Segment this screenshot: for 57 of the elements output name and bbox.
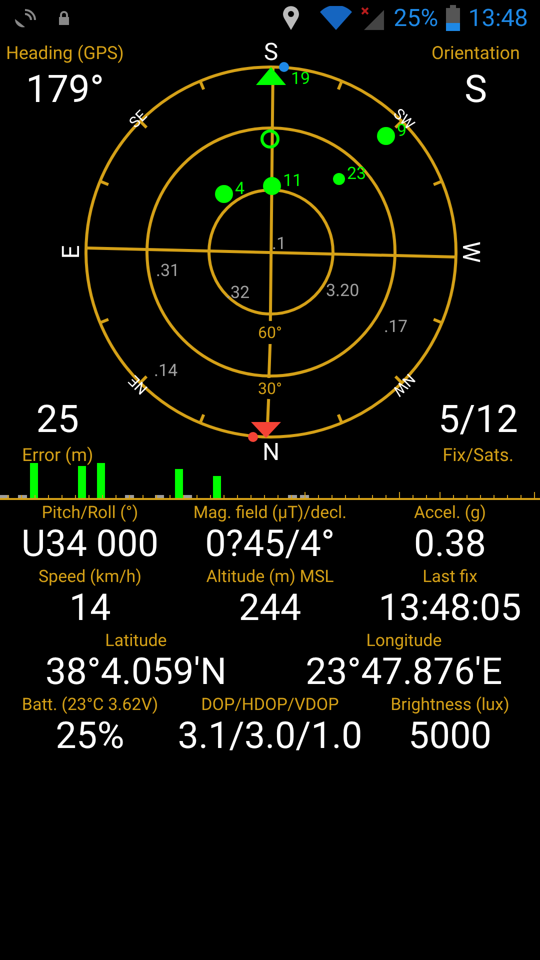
direction-label: E — [57, 245, 85, 259]
orientation-label: Orientation — [432, 42, 520, 66]
reading-value: 38°4.059'N — [45, 652, 227, 694]
reading-label: Speed (km/h) — [38, 566, 142, 588]
reading-label: Longitude — [366, 630, 442, 652]
fix-value: 5/12 — [438, 398, 518, 442]
satellite-label: 4 — [235, 179, 245, 199]
direction-label: SE — [126, 106, 151, 132]
direction-label: NW — [389, 370, 419, 400]
error-label: Error (m) — [22, 444, 94, 468]
reading-value: 25% — [56, 716, 124, 758]
battery-icon — [446, 5, 460, 31]
reading-value: 13:48:05 — [378, 588, 522, 630]
direction-label: NE — [124, 372, 152, 398]
elevation-label: 30° — [258, 379, 282, 398]
reading-value: 5000 — [408, 716, 492, 758]
heading-value: 179° — [26, 67, 104, 113]
reading-label: Accel. (g) — [414, 502, 486, 524]
wifi-icon — [320, 6, 352, 30]
reading-label: Latitude — [105, 630, 167, 652]
reading-value: 0?45/4° — [205, 524, 335, 566]
satellite-label: 3.20 — [326, 281, 360, 301]
reading-label: Mag. field (µT)/decl. — [193, 502, 347, 524]
reading-label: Batt. (23°C 3.62V) — [22, 694, 158, 716]
location-pin-icon — [282, 6, 300, 30]
reading-value: 23°47.876'E — [306, 652, 502, 694]
no-signal-icon — [360, 6, 386, 30]
reading-label: Pitch/Roll (°) — [42, 502, 138, 524]
orientation-value: S — [464, 67, 488, 113]
fix-label: Fix/Sats. — [442, 444, 514, 468]
satellite-label: .31 — [156, 261, 180, 281]
direction-label: S — [264, 38, 278, 66]
direction-label: N — [262, 438, 280, 466]
reading-label: Last fix — [422, 566, 478, 588]
satellite-label: 11 — [283, 171, 302, 191]
error-value: 25 — [36, 398, 79, 442]
reading-value: 14 — [69, 588, 111, 630]
clock-time: 13:48 — [468, 3, 528, 34]
satellite-label: .17 — [384, 317, 408, 337]
reading-value: 3.1/3.0/1.0 — [178, 716, 362, 758]
battery-percent: 25% — [394, 3, 438, 34]
heading-label: Heading (GPS) — [6, 42, 124, 66]
reading-label: Brightness (lux) — [390, 694, 510, 716]
elevation-label: 60° — [258, 323, 282, 342]
satellite-label: 23 — [347, 164, 366, 184]
reading-label: DOP/HDOP/VDOP — [201, 694, 339, 716]
reading-value: U34 000 — [21, 524, 159, 566]
reading-value: 244 — [238, 588, 302, 630]
satellite-label: .14 — [154, 361, 178, 381]
reading-value: 0.38 — [414, 524, 486, 566]
lock-icon — [58, 11, 70, 25]
direction-label: W — [457, 241, 485, 263]
reading-label: Altitude (m) MSL — [206, 566, 334, 588]
satellite-label: 19 — [291, 69, 310, 89]
satellite-label: .1 — [272, 234, 286, 254]
satellite-dish-icon — [12, 7, 38, 29]
satellite-label: .32 — [226, 283, 250, 303]
